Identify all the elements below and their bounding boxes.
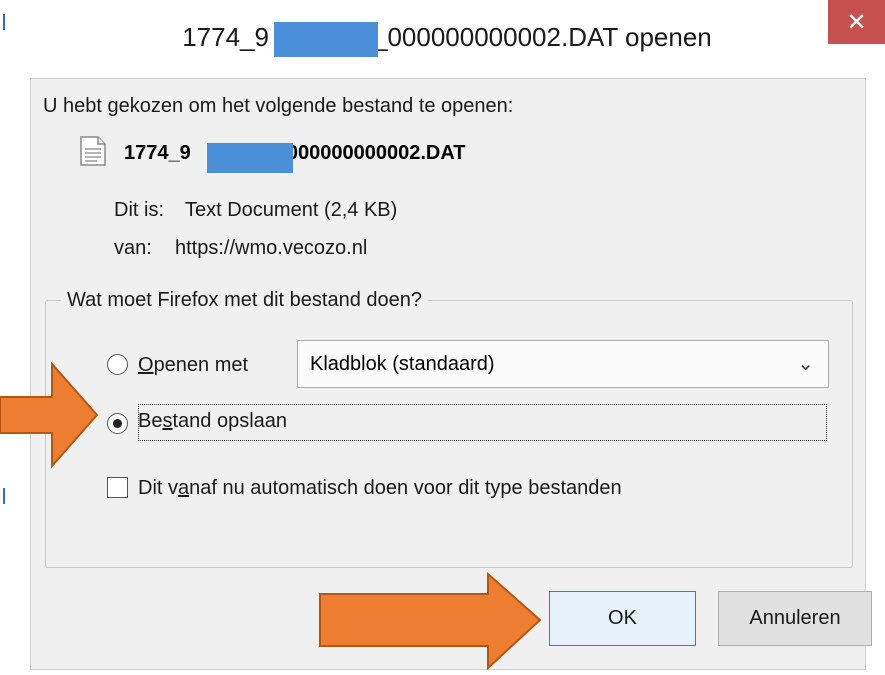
dialog-title: 1774_9 _000000000002.DAT openen [182, 22, 712, 52]
chevron-down-icon: ⌄ [797, 351, 814, 375]
close-button[interactable]: ✕ [828, 0, 885, 44]
auto-action-label[interactable]: Dit vanaf nu automatisch doen voor dit t… [138, 477, 622, 500]
file-name: 1774_9 _000000000002.DAT [124, 142, 466, 164]
edge-mark [3, 488, 5, 504]
save-file-label[interactable]: Bestand opslaan [138, 410, 287, 433]
title-bar[interactable]: 1774_9 _000000000002.DAT openen ✕ [9, 0, 885, 78]
background-window-edge [0, 0, 9, 675]
edge-mark [3, 14, 5, 30]
radio-selected-dot [113, 419, 122, 428]
app-select-value: Kladblok (standaard) [310, 353, 495, 375]
close-icon: ✕ [846, 8, 867, 36]
open-with-radio[interactable] [107, 354, 128, 375]
open-with-label[interactable]: Openen met [138, 354, 248, 377]
prompt-text: U hebt gekozen om het volgende bestand t… [43, 95, 514, 117]
annotation-arrow-icon [0, 361, 99, 469]
ok-button[interactable]: OK [549, 591, 696, 646]
annotation-arrow-icon [319, 572, 542, 671]
source-value: https://wmo.vecozo.nl [175, 237, 368, 259]
source-label: van: [114, 237, 152, 259]
auto-action-checkbox[interactable] [107, 477, 128, 498]
save-file-radio[interactable] [107, 413, 128, 434]
app-select[interactable]: Kladblok (standaard) ⌄ [297, 340, 829, 388]
type-value: Text Document (2,4 KB) [185, 199, 398, 221]
text-file-icon [80, 136, 106, 166]
redaction-box [207, 143, 293, 173]
cancel-button[interactable]: Annuleren [718, 591, 872, 646]
redaction-box [274, 22, 378, 57]
group-label: Wat moet Firefox met dit bestand doen? [61, 289, 428, 312]
type-label: Dit is: [114, 199, 164, 221]
